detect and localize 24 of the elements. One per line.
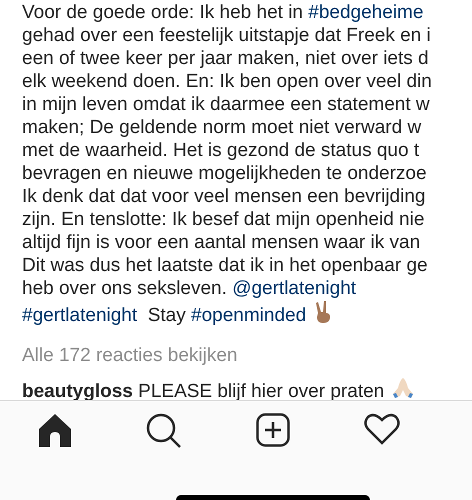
- caption-line: met de waarheid. Het is gezond de status quo t: [22, 140, 420, 161]
- hashtag-link[interactable]: #bedgeheime: [308, 2, 424, 23]
- caption-line: zijn. En tenslotte: Ik besef dat mijn openheid nie: [22, 209, 424, 230]
- hashtag-link[interactable]: #openminded: [191, 305, 306, 326]
- caption-text: Voor de goede orde: Ik heb het in: [22, 2, 304, 23]
- caption-line: elk weekend doen. En: Ik ben open over veel din: [22, 71, 432, 92]
- hashtag-link[interactable]: @gertlatenight: [232, 278, 356, 299]
- caption-text: Stay: [146, 305, 187, 326]
- caption-line: altijd fijn is voor een aantal mensen waar ik van: [22, 232, 420, 253]
- search-icon[interactable]: [146, 413, 182, 449]
- caption-line: in mijn leven omdat ik daarmee een statement w: [22, 94, 430, 115]
- add-icon[interactable]: [256, 413, 290, 447]
- caption-line: een of twee keer per jaar maken, niet over iets d: [22, 48, 429, 69]
- hashtag-link[interactable]: #gertlatenight: [22, 305, 138, 326]
- caption-line: bevragen en nieuwe mogelijkheden te onderzoe: [22, 163, 427, 184]
- home-icon[interactable]: [38, 413, 72, 449]
- caption-line: Ik denk dat dat voor veel mensen een bevrijding: [22, 186, 426, 207]
- comment-username[interactable]: beautygloss: [22, 381, 133, 402]
- caption-line: Dit was dus het laatste dat ik in het openbaar ge: [22, 255, 428, 276]
- caption-text: heb over ons seksleven.: [22, 278, 228, 299]
- heart-icon[interactable]: [364, 413, 400, 445]
- comment-text: PLEASE blijf hier over praten: [137, 381, 384, 402]
- caption-line: maken; De geldende norm moet niet verward w: [22, 117, 422, 138]
- caption-line: gehad over een feestelijk uitstapje dat Freek en i: [22, 25, 431, 46]
